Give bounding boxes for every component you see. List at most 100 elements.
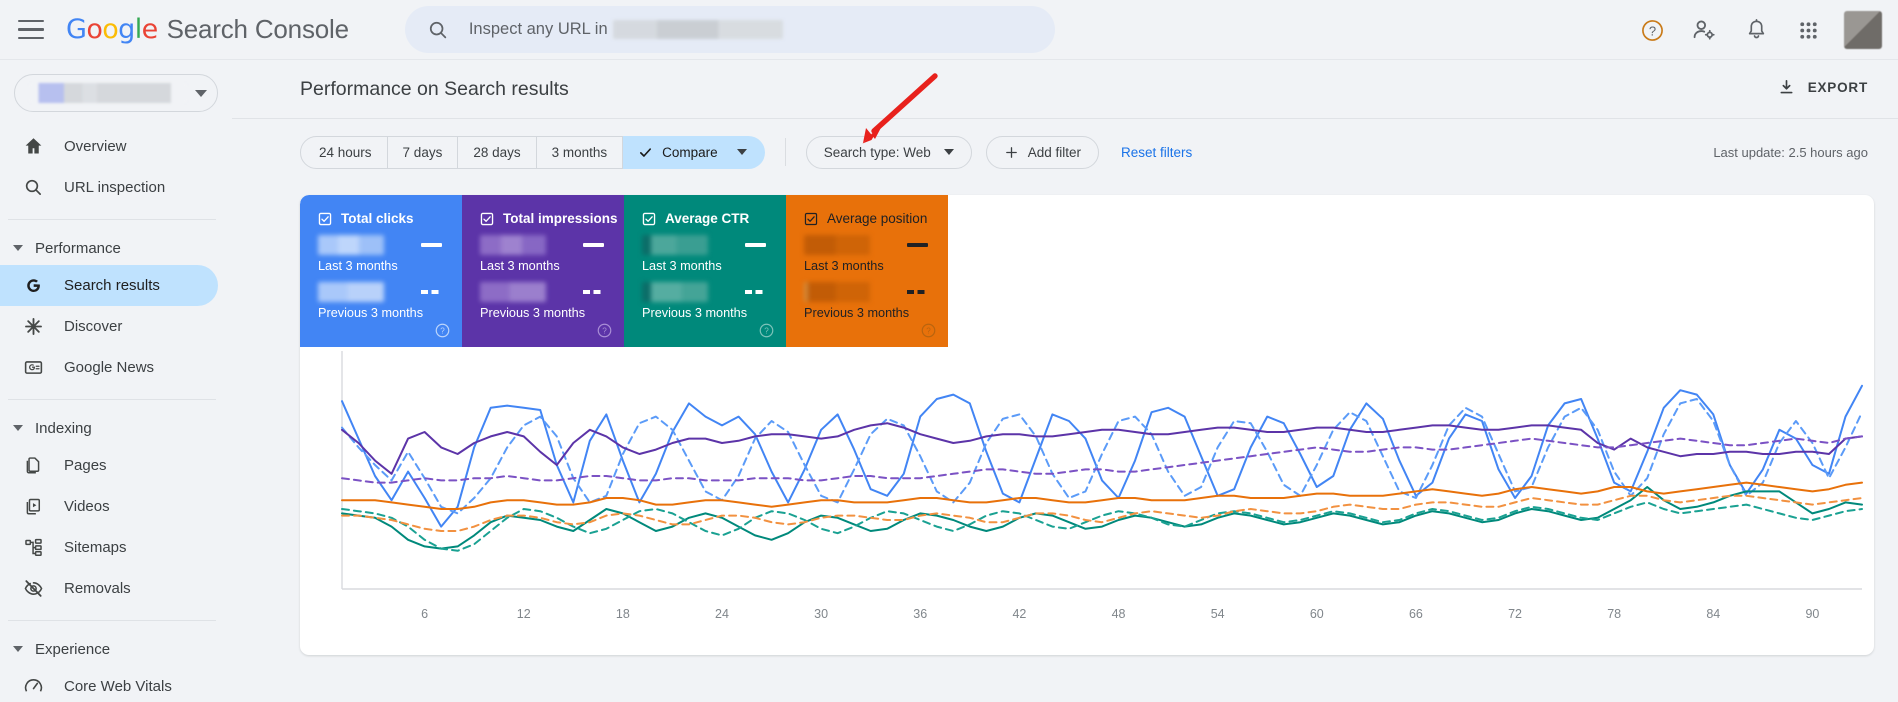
metric-current-label: Last 3 months [318,259,398,273]
sidebar-item-discover[interactable]: Discover [0,306,218,347]
plus-icon [1005,146,1017,158]
search-icon [22,177,44,199]
export-label: EXPORT [1807,80,1868,95]
help-circle-icon[interactable]: ? [435,323,450,338]
avatar[interactable] [1844,11,1882,49]
date-chip-24-hours[interactable]: 24 hours [300,135,388,169]
chart-x-tick-label: 72 [1508,607,1522,621]
date-chip-28-days[interactable]: 28 days [458,135,537,169]
search-type-filter[interactable]: Search type: Web [805,135,972,169]
account-settings-icon[interactable] [1678,4,1730,56]
hamburger-menu-icon[interactable] [18,19,44,40]
metric-previous-label: Previous 3 months [804,306,910,320]
home-icon [22,136,44,158]
check-icon [640,147,652,157]
chart-x-tick-label: 90 [1805,607,1820,621]
brand[interactable]: Google Search Console [66,14,349,45]
google-g-icon [22,275,44,297]
metric-card-title: Average CTR [665,211,750,226]
sidebar-item-pages[interactable]: Pages [0,445,218,486]
metric-current-value-redacted [642,235,708,255]
chart-x-tick-label: 12 [516,607,531,621]
metric-previous-value-redacted [318,282,384,302]
sidebar-item-label: Overview [64,138,127,155]
url-inspection-search[interactable]: Inspect any URL in [404,6,1055,53]
sidebar-item-label: Videos [64,498,110,515]
legend-dashed-line [745,290,766,294]
help-circle-icon[interactable]: ? [597,323,612,338]
date-chip-3-months[interactable]: 3 months [536,135,624,169]
search-type-label: Search type: Web [823,144,931,160]
sidebar-item-overview[interactable]: Overview [0,126,218,167]
sidebar-group-label: Indexing [35,419,92,437]
sidebar-item-videos[interactable]: Videos [0,486,218,527]
sidebar-item-search-results[interactable]: Search results [0,265,218,306]
legend-solid-line [907,243,928,247]
sidebar-item-removals[interactable]: Removals [0,568,218,609]
metric-card-total-clicks[interactable]: Total clicks Last 3 months Previous 3 mo… [300,195,462,347]
metric-card-header: Average position [804,211,948,226]
sidebar: Overview URL inspection Performance Sear… [0,60,232,702]
metric-current-value-redacted [804,235,870,255]
chevron-down-icon [195,89,207,97]
metric-previous-value-redacted [642,282,708,302]
chart-x-tick-label: 42 [1012,607,1027,621]
metric-previous-value-redacted [804,282,870,302]
notifications-bell-icon[interactable] [1730,4,1782,56]
checkbox-checked-icon[interactable] [642,212,656,226]
metric-current-label: Last 3 months [642,259,722,273]
chart-x-tick-label: 30 [814,607,829,621]
checkbox-checked-icon[interactable] [804,212,818,226]
metric-card-average-position[interactable]: Average position Last 3 months Previous … [786,195,948,347]
help-circle-icon[interactable]: ? [921,323,936,338]
svg-text:?: ? [764,326,769,335]
export-button[interactable]: EXPORT [1777,78,1868,97]
chevron-down-icon [736,149,747,155]
sidebar-item-sitemaps[interactable]: Sitemaps [0,527,218,568]
page-header: Performance on Search results EXPORT [232,60,1898,118]
main-content: Performance on Search results EXPORT 24 … [232,60,1898,702]
google-news-icon [22,357,44,379]
date-chip-7-days[interactable]: 7 days [387,135,459,169]
performance-chart: 6 12 18 24 30 36 42 48 54 60 66 72 78 84 90 [300,347,1874,655]
removals-eye-off-icon [22,578,44,600]
sidebar-item-url-inspection[interactable]: URL inspection [0,167,218,208]
sidebar-group-performance[interactable]: Performance [0,231,232,265]
property-selector[interactable] [14,74,218,112]
metric-previous-label: Previous 3 months [480,306,586,320]
sidebar-item-google-news[interactable]: Google News [0,347,218,388]
metric-previous-value-redacted [480,282,546,302]
metric-current-row [480,235,608,255]
checkbox-checked-icon[interactable] [480,212,494,226]
reset-filters-link[interactable]: Reset filters [1121,145,1192,160]
sidebar-item-label: Search results [64,277,160,294]
help-circle-icon[interactable]: ? [759,323,774,338]
metric-current-row [804,235,932,255]
sidebar-item-label: Core Web Vitals [64,678,172,695]
sidebar-divider [8,399,216,400]
apps-grid-icon[interactable] [1782,4,1834,56]
metric-current-row [642,235,770,255]
discover-asterisk-icon [22,316,44,338]
chart-canvas[interactable] [300,347,1874,599]
metric-card-header: Total impressions [480,211,624,226]
metric-card-header: Average CTR [642,211,786,226]
metric-previous-row [318,282,446,302]
svg-text:?: ? [926,326,931,335]
sidebar-item-label: Removals [64,580,131,597]
sidebar-group-indexing[interactable]: Indexing [0,411,232,445]
help-icon[interactable]: ? [1626,4,1678,56]
metric-card-average-ctr[interactable]: Average CTR Last 3 months Previous 3 mon… [624,195,786,347]
sidebar-item-core-web-vitals[interactable]: Core Web Vitals [0,666,218,702]
checkbox-checked-icon[interactable] [318,212,332,226]
add-filter-button[interactable]: Add filter [985,135,1100,169]
sidebar-group-experience[interactable]: Experience [0,632,232,666]
chart-series-line [342,423,1862,474]
metric-card-title: Average position [827,211,928,226]
top-bar: Google Search Console Inspect any URL in… [0,0,1898,60]
compare-chip[interactable]: Compare [623,135,765,169]
metric-card-total-impressions[interactable]: Total impressions Last 3 months Previous… [462,195,624,347]
metric-previous-row [804,282,932,302]
metric-previous-label: Previous 3 months [318,306,424,320]
chart-x-tick-label: 54 [1210,607,1225,621]
